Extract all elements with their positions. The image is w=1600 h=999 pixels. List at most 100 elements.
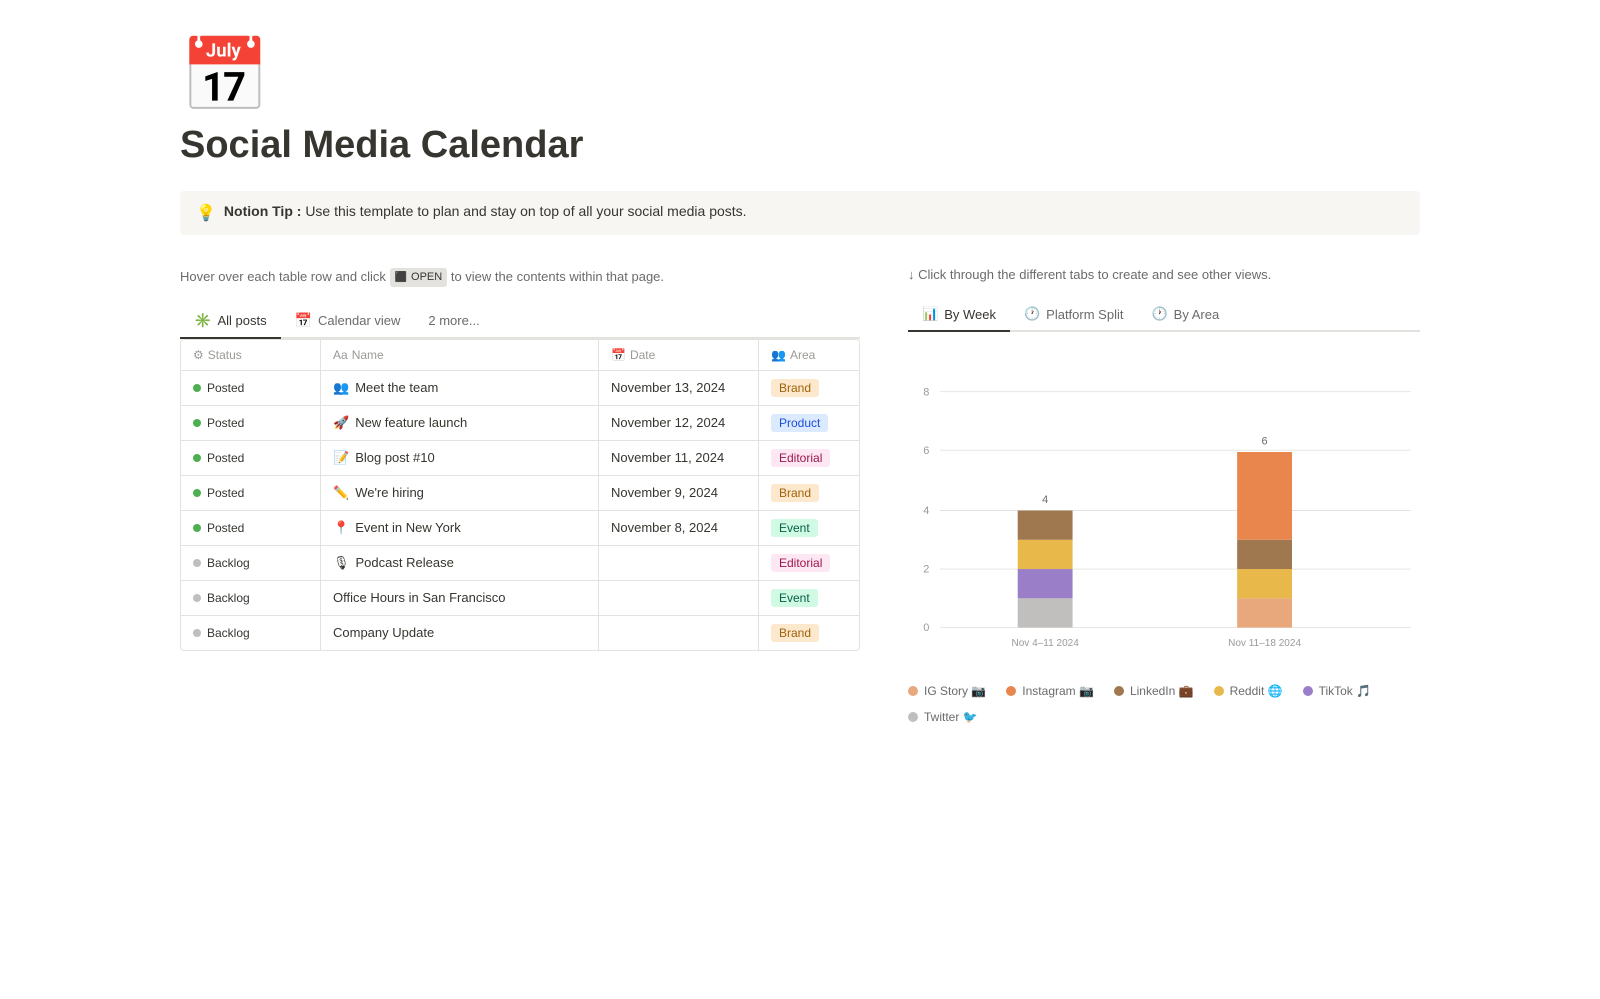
y-label-0: 0 (923, 622, 929, 634)
status-dot (193, 454, 201, 462)
legend-igstory: IG Story 📷 (908, 684, 986, 698)
platform-split-icon: 🕐 (1024, 306, 1040, 322)
posts-table: ⚙ Status Aa Name 📅 Date 👥 Area (180, 339, 860, 651)
chart-instruction: ↓ Click through the different tabs to cr… (908, 267, 1420, 282)
chart-legend: IG Story 📷 Instagram 📷 LinkedIn 💼 Reddit… (908, 684, 1420, 724)
tab-all-posts[interactable]: ✳️ All posts (180, 304, 281, 339)
tab-more[interactable]: 2 more... (414, 304, 493, 339)
bar-week1-tiktok (1018, 569, 1073, 598)
status-dot (193, 384, 201, 392)
col-area: 👥 Area (759, 340, 859, 370)
row-emoji: 👥 (333, 380, 349, 396)
bar-week1-reddit (1018, 540, 1073, 569)
igstory-label: IG Story 📷 (924, 684, 986, 698)
table-row[interactable]: BacklogCompany UpdateBrand (181, 616, 859, 650)
status-dot (193, 524, 201, 532)
row-emoji: ✏️ (333, 485, 349, 501)
table-row[interactable]: BacklogOffice Hours in San FranciscoEven… (181, 581, 859, 616)
status-cell-0: Posted (181, 371, 321, 405)
bar-week2-reddit (1237, 569, 1292, 598)
reddit-dot (1214, 686, 1224, 696)
y-label-2: 2 (923, 564, 929, 576)
name-cell-1: 🚀New feature launch (321, 406, 599, 440)
date-cell-3: November 9, 2024 (599, 476, 759, 510)
bar-week2-linkedin (1237, 540, 1292, 569)
date-col-label: Date (630, 348, 655, 362)
row-name: New feature launch (355, 415, 467, 430)
status-dot (193, 489, 201, 497)
status-dot (193, 629, 201, 637)
tab-calendar-view-label: Calendar view (318, 313, 400, 328)
twitter-label: Twitter 🐦 (924, 710, 978, 724)
table-row[interactable]: Posted 👥 Meet the team November 13, 2024 Bra… (181, 371, 859, 406)
by-week-label: By Week (944, 307, 996, 322)
tab-by-week[interactable]: 📊 By Week (908, 298, 1010, 332)
open-badge: ⬛ OPEN (390, 268, 448, 288)
twitter-dot (908, 712, 918, 722)
area-cell-3: Brand (759, 476, 859, 510)
y-label-8: 8 (923, 386, 929, 398)
name-cell-3: ✏️ We're hiring (321, 476, 599, 510)
row-name: Blog post #10 (355, 450, 435, 465)
tab-calendar-view[interactable]: 📅 Calendar view (281, 304, 415, 339)
date-cell-4: November 8, 2024 (599, 511, 759, 545)
bar-week2-igstory (1237, 598, 1292, 627)
linkedin-dot (1114, 686, 1124, 696)
tab-all-posts-label: All posts (217, 313, 266, 328)
by-area-label: By Area (1174, 307, 1220, 322)
status-col-icon: ⚙ (193, 348, 204, 362)
tip-content: Notion Tip : Use this template to plan a… (224, 203, 747, 219)
date-cell-7 (599, 616, 759, 650)
status-text: Posted (207, 486, 244, 500)
col-date: 📅 Date (599, 340, 759, 370)
row-emoji: 📍 (333, 520, 349, 536)
name-cell-7: Company Update (321, 616, 599, 650)
area-tag: Brand (771, 379, 819, 397)
instagram-dot (1006, 686, 1016, 696)
bar-week1-twitter (1018, 598, 1073, 627)
status-dot (193, 559, 201, 567)
table-row[interactable]: Posted📝Blog post #10November 11, 2024Edi… (181, 441, 859, 476)
table-row[interactable]: Posted ✏️ We're hiring November 9, 2024 Bran… (181, 476, 859, 511)
calendar-view-icon: 📅 (295, 312, 312, 329)
area-tag: Brand (771, 484, 819, 502)
status-cell-1: Posted (181, 406, 321, 440)
row-name: Podcast Release (356, 555, 454, 570)
table-row[interactable]: Posted📍Event in New YorkNovember 8, 2024… (181, 511, 859, 546)
table-header: ⚙ Status Aa Name 📅 Date 👥 Area (181, 340, 859, 371)
row-name: Company Update (333, 625, 434, 640)
legend-linkedin: LinkedIn 💼 (1114, 684, 1194, 698)
all-posts-icon: ✳️ (194, 312, 211, 329)
tab-platform-split[interactable]: 🕐 Platform Split (1010, 298, 1138, 332)
table-instruction: Hover over each table row and click ⬛ OP… (180, 267, 860, 288)
table-row[interactable]: Posted🚀New feature launchNovember 12, 20… (181, 406, 859, 441)
status-cell-4: Posted (181, 511, 321, 545)
row-name: We're hiring (355, 485, 424, 500)
status-cell-7: Backlog (181, 616, 321, 650)
by-area-icon: 🕐 (1151, 306, 1167, 322)
legend-instagram: Instagram 📷 (1006, 684, 1094, 698)
chart-svg: 8 6 4 2 0 (908, 356, 1420, 676)
status-cell-2: Posted (181, 441, 321, 475)
row-name: Meet the team (355, 380, 438, 395)
status-text: Backlog (207, 626, 250, 640)
name-cell-0: 👥 Meet the team (321, 371, 599, 405)
linkedin-label: LinkedIn 💼 (1130, 684, 1194, 698)
y-label-4: 4 (923, 505, 929, 517)
tab-by-area[interactable]: 🕐 By Area (1137, 298, 1233, 332)
legend-reddit: Reddit 🌐 (1214, 684, 1283, 698)
status-text: Backlog (207, 556, 250, 570)
legend-twitter: Twitter 🐦 (908, 710, 978, 724)
name-cell-6: Office Hours in San Francisco (321, 581, 599, 615)
col-status: ⚙ Status (181, 340, 321, 370)
row-name: Office Hours in San Francisco (333, 590, 505, 605)
status-text: Posted (207, 521, 244, 535)
table-row[interactable]: Backlog🎙Podcast ReleaseEditorial (181, 546, 859, 581)
page-icon: 📅 (180, 40, 1420, 112)
right-panel: ↓ Click through the different tabs to cr… (908, 267, 1420, 724)
bar-chart: 8 6 4 2 0 (908, 356, 1420, 676)
date-cell-0: November 13, 2024 (599, 371, 759, 405)
status-cell-3: Posted (181, 476, 321, 510)
area-cell-4: Event (759, 511, 859, 545)
bar-week2-label: 6 (1262, 436, 1268, 448)
